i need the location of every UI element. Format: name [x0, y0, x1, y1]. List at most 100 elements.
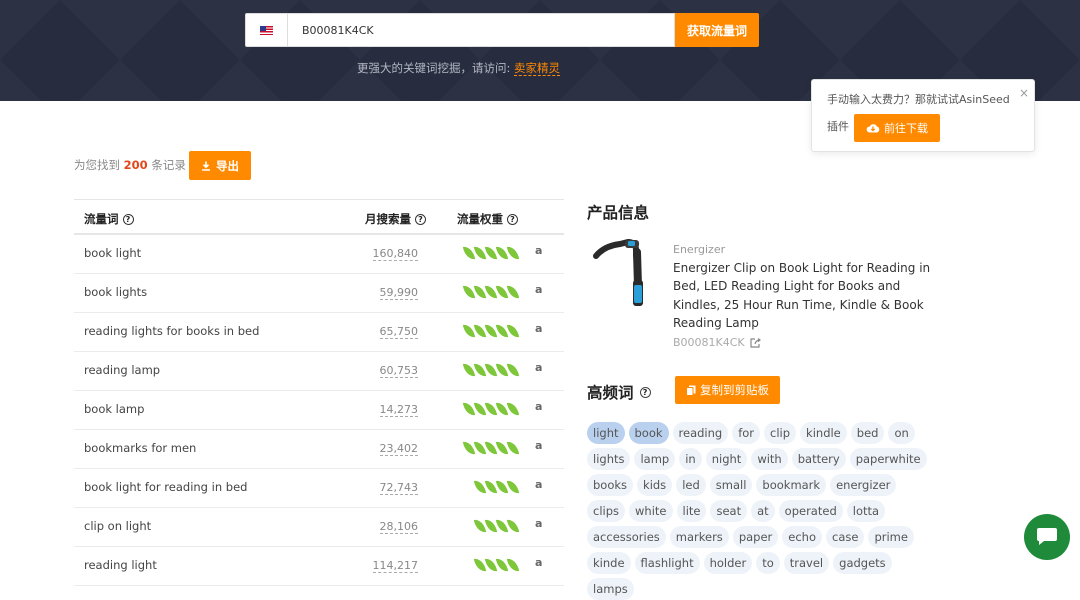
keyword-tag[interactable]: light	[587, 422, 625, 444]
keyword-tag[interactable]: small	[709, 474, 753, 496]
keyword-tag[interactable]: books	[587, 474, 634, 496]
keyword-tag[interactable]: bed	[850, 422, 885, 444]
search-volume-cell[interactable]: 23,402	[379, 443, 418, 456]
traffic-weight-leaves	[462, 362, 520, 379]
search-volume-cell[interactable]: 160,840	[372, 248, 418, 261]
search-volume-cell[interactable]: 114,217	[372, 560, 418, 573]
keyword-tag[interactable]: travel	[783, 552, 830, 574]
keyword-tag[interactable]: led	[676, 474, 706, 496]
keyword-tag[interactable]: with	[751, 448, 788, 470]
search-volume-cell[interactable]: 65,750	[379, 326, 418, 339]
keyword-tag[interactable]: bookmark	[756, 474, 827, 496]
amazon-icon[interactable]: a	[535, 322, 542, 335]
header-weight[interactable]: 流量权重?	[457, 211, 518, 227]
chat-widget[interactable]	[1024, 514, 1070, 560]
keyword-tag[interactable]: holder	[703, 552, 753, 574]
amazon-icon[interactable]: a	[535, 439, 542, 452]
keyword-tag[interactable]: lights	[587, 448, 631, 470]
keyword-tag[interactable]: paper	[732, 526, 779, 548]
keyword-tag[interactable]: clip	[764, 422, 797, 444]
keyword-tag[interactable]: lamps	[587, 578, 634, 600]
get-keywords-button[interactable]: 获取流量词	[675, 13, 759, 47]
product-asin: B00081K4CK	[673, 336, 761, 349]
asin-search-input[interactable]	[288, 13, 675, 47]
help-icon[interactable]: ?	[122, 213, 134, 225]
keyword-tag[interactable]: to	[756, 552, 780, 574]
frequent-words-list: light book reading for clip kindle bed on lights…	[587, 422, 932, 600]
keyword-cell[interactable]: clip on light	[84, 519, 151, 533]
keyword-tag[interactable]: flashlight	[634, 552, 700, 574]
traffic-weight-leaves	[462, 440, 520, 457]
amazon-icon[interactable]: a	[535, 517, 542, 530]
close-icon[interactable]: ×	[1019, 86, 1029, 100]
keyword-tag[interactable]: energizer	[830, 474, 897, 496]
keyword-tag[interactable]: lite	[676, 500, 707, 522]
download-plugin-button[interactable]: 前往下载	[854, 114, 940, 142]
search-volume-cell[interactable]: 28,106	[379, 521, 418, 534]
keyword-tag[interactable]: white	[629, 500, 673, 522]
keyword-tag[interactable]: kinde	[587, 552, 631, 574]
keyword-tag[interactable]: lotta	[846, 500, 886, 522]
keyword-tag[interactable]: in	[679, 448, 702, 470]
keyword-tag[interactable]: reading	[672, 422, 729, 444]
search-volume-cell[interactable]: 14,273	[379, 404, 418, 417]
search-volume-cell[interactable]: 72,743	[379, 482, 418, 495]
search-volume-cell[interactable]: 60,753	[379, 365, 418, 378]
help-icon[interactable]: ?	[639, 386, 651, 398]
keyword-cell[interactable]: reading lamp	[84, 363, 160, 377]
keyword-tag[interactable]: lamp	[634, 448, 676, 470]
table-row: reading light 114,217 a	[74, 547, 564, 586]
header-keyword-label: 流量词	[84, 212, 119, 226]
keyword-tag[interactable]: battery	[791, 448, 846, 470]
amazon-icon[interactable]: a	[535, 361, 542, 374]
amazon-icon[interactable]: a	[535, 283, 542, 296]
marketplace-selector[interactable]	[245, 13, 288, 47]
table-row: reading lamp 60,753 a	[74, 352, 564, 391]
keyword-tag[interactable]: echo	[782, 526, 822, 548]
keyword-tag[interactable]: at	[751, 500, 775, 522]
header-volume[interactable]: 月搜索量?	[365, 211, 426, 227]
product-title[interactable]: Energizer Clip on Book Light for Reading…	[673, 259, 935, 333]
leaf-icon	[506, 323, 520, 339]
keyword-tag[interactable]: night	[705, 448, 748, 470]
seller-sprite-link[interactable]: 卖家精灵	[514, 61, 561, 76]
keyword-tag[interactable]: accessories	[587, 526, 666, 548]
product-image[interactable]	[592, 236, 654, 314]
keyword-tag[interactable]: paperwhite	[849, 448, 927, 470]
keyword-cell[interactable]: book light	[84, 246, 141, 260]
download-icon	[202, 161, 210, 171]
amazon-icon[interactable]: a	[535, 556, 542, 569]
copy-to-clipboard-button[interactable]: 复制到剪贴板	[675, 376, 780, 404]
traffic-weight-leaves	[462, 245, 520, 262]
header-volume-label: 月搜索量	[365, 212, 411, 226]
leaf-icon	[506, 557, 520, 573]
help-icon[interactable]: ?	[415, 213, 426, 225]
keyword-tag[interactable]: markers	[669, 526, 729, 548]
keyword-cell[interactable]: bookmarks for men	[84, 441, 196, 455]
keyword-tag[interactable]: gadgets	[833, 552, 892, 574]
keyword-tag[interactable]: seat	[710, 500, 748, 522]
keyword-cell[interactable]: book light for reading in bed	[84, 480, 247, 494]
help-icon[interactable]: ?	[507, 213, 518, 225]
keyword-cell[interactable]: book lamp	[84, 402, 144, 416]
keyword-tag[interactable]: kids	[637, 474, 673, 496]
keyword-tag[interactable]: for	[732, 422, 761, 444]
header-keyword[interactable]: 流量词?	[84, 211, 134, 227]
amazon-icon[interactable]: a	[535, 400, 542, 413]
keyword-cell[interactable]: reading lights for books in bed	[84, 324, 259, 338]
keyword-tag[interactable]: kindle	[800, 422, 847, 444]
amazon-icon[interactable]: a	[535, 478, 542, 491]
export-button[interactable]: 导出	[189, 151, 251, 180]
us-flag-icon	[260, 25, 273, 35]
keyword-tag[interactable]: prime	[868, 526, 914, 548]
keyword-tag[interactable]: clips	[587, 500, 626, 522]
keyword-tag[interactable]: case	[826, 526, 865, 548]
search-volume-cell[interactable]: 59,990	[379, 287, 418, 300]
keyword-cell[interactable]: book lights	[84, 285, 147, 299]
keyword-tag[interactable]: on	[888, 422, 915, 444]
amazon-icon[interactable]: a	[535, 244, 542, 257]
traffic-weight-leaves	[462, 284, 520, 301]
keyword-tag[interactable]: book	[628, 422, 669, 444]
keyword-tag[interactable]: operated	[778, 500, 843, 522]
external-link-icon[interactable]	[750, 337, 761, 348]
